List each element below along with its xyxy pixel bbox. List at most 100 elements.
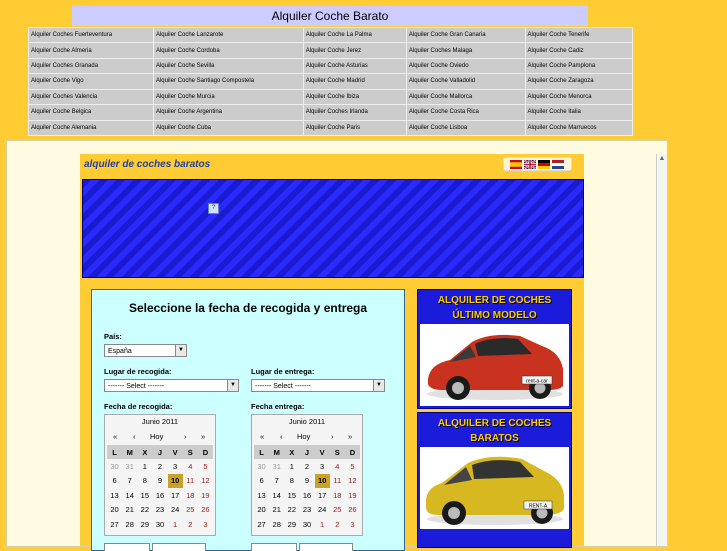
calendar-day[interactable]: 6 [107,474,122,488]
calendar-day[interactable]: 4 [183,459,198,473]
pickup-day-select[interactable] [104,543,150,551]
scroll-up-arrow-icon[interactable]: ▲ [658,155,666,163]
calendar-day[interactable]: 2 [152,459,167,473]
calendar-day[interactable]: 24 [168,503,183,517]
calendar-day[interactable]: 28 [122,517,137,531]
city-link[interactable]: Alquiler Coche Jerez [303,43,406,58]
return-place-select[interactable]: ------- Select ------- ▼ [251,379,385,392]
calendar-day[interactable]: 23 [152,503,167,517]
calendar-day[interactable]: 26 [198,503,213,517]
calendar-day[interactable]: 8 [284,474,299,488]
calendar-day[interactable]: 18 [183,488,198,502]
city-link[interactable]: Alquiler Coche Zaragoza [525,74,632,89]
calendar-day[interactable]: 24 [315,503,330,517]
calendar-day[interactable]: 1 [315,517,330,531]
next-month-icon[interactable]: › [331,432,334,441]
calendar-day[interactable]: 30 [107,459,122,473]
calendar-day[interactable]: 14 [269,488,284,502]
calendar-day[interactable]: 4 [330,459,345,473]
calendar-day[interactable]: 3 [345,517,360,531]
city-link[interactable]: Alquiler Coche Mallorca [406,89,525,105]
calendar-day[interactable]: 10 [314,473,330,489]
city-link[interactable]: Alquiler Coche Lanzarote [153,28,303,43]
calendar-day[interactable]: 22 [284,503,299,517]
dutch-flag-icon[interactable] [552,159,564,169]
calendar-day[interactable]: 25 [183,503,198,517]
calendar-day[interactable]: 5 [198,459,213,473]
calendar-day[interactable]: 15 [137,488,152,502]
city-link[interactable]: Alquiler Coche La Palma [303,28,406,43]
city-link[interactable]: Alquiler Coches Granada [29,58,153,74]
next-year-icon[interactable]: » [201,432,205,441]
calendar-day[interactable]: 1 [137,459,152,473]
city-link[interactable]: Alquiler Coches Fuerteventura [29,28,153,43]
city-link[interactable]: Alquiler Coche Pamplona [525,58,632,74]
calendar-day[interactable]: 5 [345,459,360,473]
vertical-scrollbar[interactable] [656,154,667,546]
city-link[interactable]: Alquiler Coche Lisboa [406,120,525,135]
calendar-day[interactable]: 2 [330,517,345,531]
city-link[interactable]: Alquiler Coches Irlanda [303,105,406,120]
city-link[interactable]: Alquiler Coche Sevilla [153,58,303,74]
city-link[interactable]: Alquiler Coche Murcia [153,89,303,105]
next-year-icon[interactable]: » [348,432,352,441]
city-link[interactable]: Alquiler Coche Costa Rica [406,105,525,120]
calendar-day[interactable]: 12 [198,474,213,488]
country-select[interactable]: España ▼ [104,344,187,357]
city-link[interactable]: Alquiler Coche Valladolid [406,74,525,89]
calendar-day[interactable]: 7 [269,474,284,488]
city-link[interactable]: Alquiler Coche Cuba [153,120,303,135]
calendar-day[interactable]: 30 [254,459,269,473]
city-link[interactable]: Alquiler Coche Santiago Compostela [153,74,303,89]
promo-latest-models[interactable]: ALQUILER DE COCHES ÚLTIMO MODELO rent-a-c… [417,289,572,409]
city-link[interactable]: Alquiler Coche Menorca [525,89,632,105]
today-button[interactable]: Hoy [297,432,310,441]
pickup-time-select[interactable] [152,543,206,551]
calendar-day[interactable]: 3 [168,459,183,473]
calendar-day[interactable]: 19 [198,488,213,502]
calendar-day[interactable]: 13 [107,488,122,502]
city-link[interactable]: Alquiler Coche Cadiz [525,43,632,58]
calendar-day[interactable]: 2 [183,517,198,531]
calendar-day[interactable]: 6 [254,474,269,488]
calendar-day[interactable]: 8 [137,474,152,488]
calendar-day[interactable]: 9 [152,474,167,488]
calendar-day[interactable]: 10 [167,473,183,489]
city-link[interactable]: Alquiler Coche Alemania [29,120,153,135]
prev-year-icon[interactable]: « [113,432,117,441]
german-flag-icon[interactable] [538,159,550,169]
city-link[interactable]: Alquiler Coche Belgica [29,105,153,120]
today-button[interactable]: Hoy [150,432,163,441]
calendar-day[interactable]: 16 [152,488,167,502]
calendar-day[interactable]: 28 [269,517,284,531]
city-link[interactable]: Alquiler Coche Ibiza [303,89,406,105]
calendar-day[interactable]: 14 [122,488,137,502]
pickup-place-select[interactable]: ------- Select ------- ▼ [104,379,239,392]
calendar-day[interactable]: 16 [299,488,314,502]
calendar-day[interactable]: 29 [284,517,299,531]
ad-banner[interactable]: ? [82,179,584,278]
city-link[interactable]: Alquiler Coche Oviedo [406,58,525,74]
next-month-icon[interactable]: › [184,432,187,441]
calendar-day[interactable]: 30 [299,517,314,531]
city-link[interactable]: Alquiler Coche Marruecos [525,120,632,135]
city-link[interactable]: Alquiler Coche Gran Canaria [406,28,525,43]
calendar-day[interactable]: 9 [299,474,314,488]
calendar-day[interactable]: 27 [254,517,269,531]
uk-flag-icon[interactable] [524,159,536,169]
calendar-day[interactable]: 17 [168,488,183,502]
city-link[interactable]: Alquiler Coche Asturias [303,58,406,74]
calendar-day[interactable]: 23 [299,503,314,517]
calendar-day[interactable]: 21 [122,503,137,517]
spanish-flag-icon[interactable] [510,159,522,169]
calendar-day[interactable]: 25 [330,503,345,517]
calendar-day[interactable]: 21 [269,503,284,517]
prev-month-icon[interactable]: ‹ [133,432,136,441]
calendar-day[interactable]: 31 [269,459,284,473]
calendar-day[interactable]: 12 [345,474,360,488]
city-link[interactable]: Alquiler Coches Malaga [406,43,525,58]
calendar-day[interactable]: 11 [183,474,198,488]
calendar-day[interactable]: 3 [198,517,213,531]
return-day-select[interactable] [251,543,297,551]
calendar-day[interactable]: 15 [284,488,299,502]
